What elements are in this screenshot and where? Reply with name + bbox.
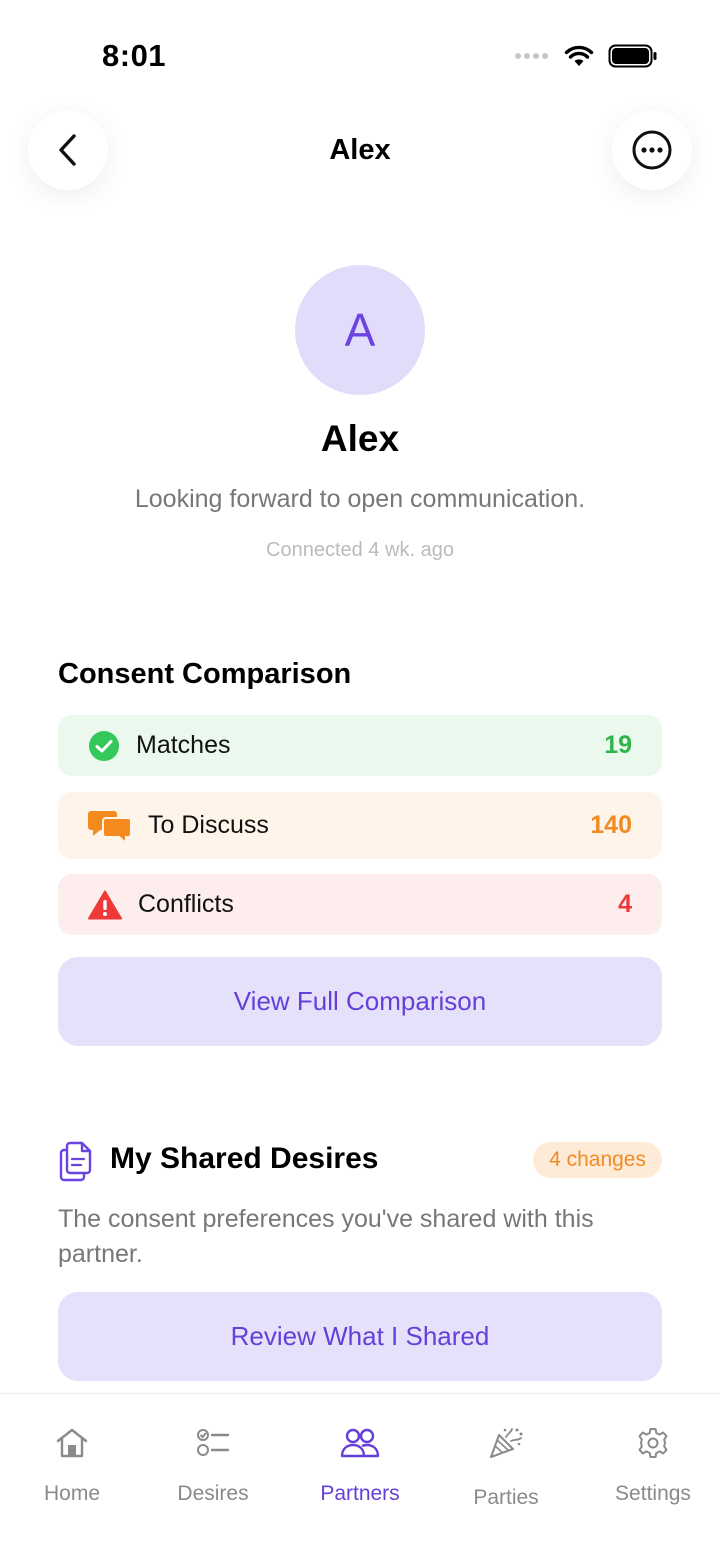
tab-bar: Home Desires Partners Parties Settings — [0, 1393, 720, 1565]
wifi-icon — [564, 45, 594, 66]
matches-label: Matches — [136, 731, 231, 759]
check-circle-icon — [89, 730, 119, 761]
tab-partners[interactable]: Partners — [288, 1394, 432, 1506]
tab-partners-label: Partners — [320, 1482, 400, 1505]
status-icons — [514, 44, 658, 68]
shared-desires-title: My Shared Desires — [110, 1142, 379, 1175]
tab-parties-label: Parties — [473, 1486, 539, 1509]
tab-parties[interactable]: Parties — [434, 1394, 578, 1510]
ellipsis-circle-icon — [632, 130, 672, 170]
connected-time: Connected 4 wk. ago — [266, 539, 454, 561]
tab-desires[interactable]: Desires — [141, 1394, 285, 1506]
party-popper-icon — [490, 1428, 523, 1458]
documents-icon — [59, 1141, 92, 1182]
tab-settings[interactable]: Settings — [581, 1394, 720, 1506]
view-full-comparison-button[interactable]: View Full Comparison — [58, 957, 662, 1046]
tab-desires-label: Desires — [177, 1482, 249, 1505]
to-discuss-label: To Discuss — [148, 811, 269, 839]
gear-icon — [638, 1428, 668, 1458]
nav-header: Alex — [0, 110, 720, 192]
conflicts-label: Conflicts — [138, 890, 234, 918]
consent-comparison-title: Consent Comparison — [58, 658, 352, 690]
review-shared-button[interactable]: Review What I Shared — [58, 1292, 662, 1381]
changes-badge: 4 changes — [533, 1142, 662, 1178]
checklist-icon — [197, 1429, 230, 1456]
battery-icon — [608, 44, 657, 68]
to-discuss-count: 140 — [590, 811, 632, 839]
profile-bio: Looking forward to open communication. — [134, 485, 586, 513]
status-bar: 8:01 — [0, 0, 720, 100]
more-options-button[interactable] — [612, 110, 692, 190]
tab-settings-label: Settings — [615, 1482, 691, 1505]
home-icon — [56, 1428, 88, 1458]
profile-name: Alex — [320, 418, 400, 459]
conflicts-count: 4 — [618, 890, 632, 918]
warning-triangle-icon — [88, 890, 122, 919]
signal-icon — [515, 53, 548, 59]
tab-home-label: Home — [43, 1482, 101, 1505]
matches-row[interactable]: Matches 19 — [58, 715, 662, 776]
conflicts-row[interactable]: Conflicts 4 — [58, 874, 662, 935]
tab-home[interactable]: Home — [0, 1394, 144, 1506]
avatar: A — [295, 265, 425, 395]
matches-count: 19 — [604, 731, 632, 759]
status-time: 8:01 — [102, 38, 167, 73]
chat-bubbles-icon — [88, 810, 132, 844]
to-discuss-row[interactable]: To Discuss 140 — [58, 792, 662, 859]
people-icon — [340, 1428, 380, 1458]
shared-desires-description: The consent preferences you've shared wi… — [58, 1205, 594, 1268]
